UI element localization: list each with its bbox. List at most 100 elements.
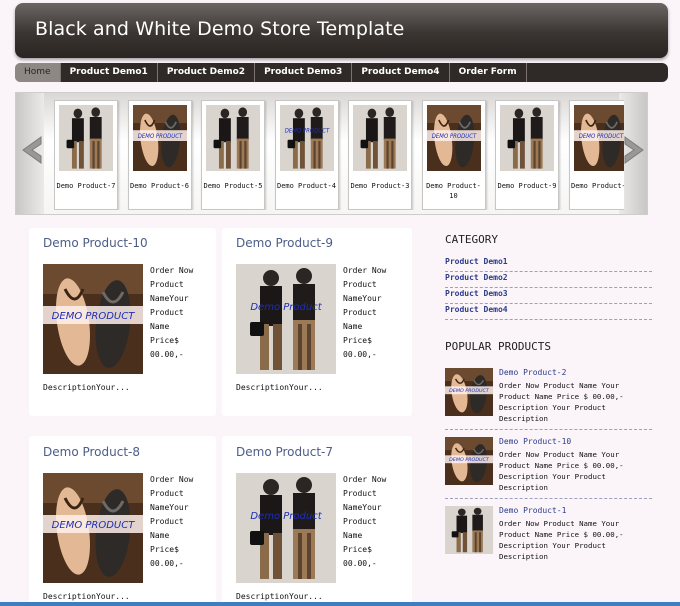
fashion-photo-icon: DEMO PRODUCT — [279, 105, 334, 171]
product-summary-line: NameYour — [343, 503, 382, 512]
product-summary-line: Product — [343, 517, 377, 526]
popular-product-image[interactable]: DEMO PRODUCT — [445, 437, 493, 485]
product-card: Demo Product-7 Demo Product Order Now Pro… — [222, 436, 412, 606]
popular-product-description: Order Now Product Name Your Product Name… — [499, 519, 624, 561]
carousel-next-arrow-icon[interactable] — [623, 135, 647, 165]
product-summary: Order Now Product NameYour Product Name Price… — [343, 473, 386, 571]
carousel-item[interactable]: DEMO PRODUCT Demo Product-10 — [421, 100, 486, 210]
product-description: DescriptionYour... — [236, 592, 323, 601]
product-description: DescriptionYour... — [236, 383, 323, 392]
carousel-item[interactable]: Demo Product-3 — [348, 100, 412, 210]
carousel-track: Demo Product-7 DEMO PRODUCT Demo Product-6… — [54, 100, 624, 210]
category-link-product-demo2[interactable]: Product Demo2 — [445, 272, 652, 288]
product-summary: Order Now Product NameYour Product Name Price… — [150, 473, 193, 571]
product-card: Demo Product-9 Demo Product Order Now Pro… — [222, 228, 412, 416]
carousel-item-label[interactable]: Demo Product-5 — [202, 181, 264, 191]
demo-badge-text: Demo Product — [250, 302, 322, 313]
product-image[interactable]: Demo Product — [236, 264, 336, 374]
nav-item-home[interactable]: Home — [15, 63, 61, 82]
main-nav: Home Product Demo1 Product Demo2 Product… — [15, 63, 668, 82]
carousel-item-image[interactable] — [206, 105, 260, 171]
carousel-item-image[interactable] — [500, 105, 554, 171]
category-link-product-demo3[interactable]: Product Demo3 — [445, 288, 652, 304]
fashion-photo-icon: Demo Product — [236, 264, 336, 374]
demo-badge-text: DEMO PRODUCT — [431, 134, 476, 140]
carousel-item[interactable]: DEMO PRODUCT Demo Product-6 — [127, 100, 192, 210]
demo-badge-text: DEMO PRODUCT — [284, 128, 329, 134]
sandals-photo-icon: DEMO PRODUCT — [445, 437, 493, 485]
carousel-item-image[interactable]: DEMO PRODUCT — [132, 105, 187, 171]
product-title[interactable]: Demo Product-7 — [236, 445, 333, 459]
carousel-item[interactable]: Demo Product-7 — [54, 100, 118, 210]
carousel-item-label[interactable]: Demo Product-9 — [496, 181, 558, 191]
carousel-item[interactable]: DEMO PRODUCT Demo Product-4 — [274, 100, 339, 210]
product-description: DescriptionYour... — [43, 592, 130, 601]
fashion-photo-icon — [500, 105, 554, 171]
popular-product-item: DEMO PRODUCT Demo Product-10 Order Now P… — [445, 437, 652, 499]
carousel-item-image[interactable] — [353, 105, 407, 171]
fashion-photo-icon — [206, 105, 260, 171]
demo-badge-text: DEMO PRODUCT — [449, 388, 490, 394]
nav-item-product-demo4[interactable]: Product Demo4 — [352, 63, 450, 82]
product-title[interactable]: Demo Product-10 — [43, 236, 148, 250]
carousel-item-label[interactable]: Demo Product-8 — [570, 181, 624, 191]
product-summary-line: Product — [343, 308, 377, 317]
product-summary-line: Order Now — [343, 475, 387, 484]
category-link-product-demo1[interactable]: Product Demo1 — [445, 256, 652, 272]
product-title[interactable]: Demo Product-9 — [236, 236, 333, 250]
carousel-item-image[interactable]: DEMO PRODUCT — [573, 105, 624, 171]
product-image[interactable]: DEMO PRODUCT — [43, 473, 143, 583]
fashion-photo-icon — [353, 105, 407, 171]
category-heading: CATEGORY — [445, 233, 498, 246]
sandals-photo-icon: DEMO PRODUCT — [445, 368, 493, 416]
product-summary-line: 00.00,- — [150, 350, 184, 359]
product-summary-line: NameYour — [343, 294, 382, 303]
carousel-prev-arrow-icon[interactable] — [19, 135, 43, 165]
demo-badge-text: DEMO PRODUCT — [578, 134, 623, 140]
carousel-item[interactable]: Demo Product-9 — [495, 100, 559, 210]
sandals-photo-icon: DEMO PRODUCT — [43, 473, 143, 583]
carousel-item-image[interactable]: DEMO PRODUCT — [279, 105, 334, 171]
product-image[interactable]: DEMO PRODUCT — [43, 264, 143, 374]
product-card: Demo Product-10 DEMO PRODUCT Order Now Pr… — [29, 228, 216, 416]
product-description: DescriptionYour... — [43, 383, 130, 392]
product-image[interactable]: Demo Product — [236, 473, 336, 583]
product-summary-line: Name — [343, 322, 363, 331]
popular-product-title[interactable]: Demo Product-1 — [499, 506, 566, 515]
carousel-item-label[interactable]: Demo Product-4 — [276, 181, 338, 191]
demo-badge-text: DEMO PRODUCT — [52, 311, 136, 322]
product-summary-line: NameYour — [150, 503, 189, 512]
product-summary-line: Product — [150, 280, 184, 289]
sandals-photo-icon: DEMO PRODUCT — [426, 105, 481, 171]
product-summary: Order Now Product NameYour Product Name Price… — [343, 264, 386, 362]
product-summary-line: Order Now — [150, 475, 194, 484]
product-summary-line: 00.00,- — [343, 350, 377, 359]
carousel-item-label[interactable]: Demo Product-7 — [55, 181, 117, 191]
nav-item-order-form[interactable]: Order Form — [450, 63, 527, 82]
product-summary-line: Product — [150, 308, 184, 317]
carousel-item-label[interactable]: Demo Product-3 — [349, 181, 411, 191]
popular-product-title[interactable]: Demo Product-2 — [499, 368, 566, 377]
nav-item-product-demo1[interactable]: Product Demo1 — [61, 63, 158, 82]
carousel-item-image[interactable]: DEMO PRODUCT — [426, 105, 481, 171]
carousel-item-label[interactable]: Demo Product-10 — [423, 181, 485, 201]
popular-product-item: DEMO PRODUCT Demo Product-2 Order Now Pr… — [445, 368, 652, 430]
bottom-bar — [0, 602, 680, 606]
popular-product-image[interactable] — [445, 506, 493, 554]
popular-product-item: Demo Product-1 Order Now Product Name Yo… — [445, 506, 652, 568]
carousel-item[interactable]: DEMO PRODUCT Demo Product-8 — [568, 100, 624, 210]
store-title[interactable]: Black and White Demo Store Template — [35, 18, 404, 40]
popular-product-image[interactable]: DEMO PRODUCT — [445, 368, 493, 416]
fashion-photo-icon — [59, 105, 113, 171]
category-link-product-demo4[interactable]: Product Demo4 — [445, 304, 652, 320]
product-summary-line: 00.00,- — [150, 559, 184, 568]
carousel-item[interactable]: Demo Product-5 — [201, 100, 265, 210]
carousel-item-image[interactable] — [59, 105, 113, 171]
popular-product-title[interactable]: Demo Product-10 — [499, 437, 571, 446]
nav-item-product-demo3[interactable]: Product Demo3 — [255, 63, 353, 82]
product-summary-line: 00.00,- — [343, 559, 377, 568]
product-summary-line: Price$ — [150, 545, 179, 554]
nav-item-product-demo2[interactable]: Product Demo2 — [158, 63, 256, 82]
product-title[interactable]: Demo Product-8 — [43, 445, 140, 459]
carousel-item-label[interactable]: Demo Product-6 — [129, 181, 191, 191]
